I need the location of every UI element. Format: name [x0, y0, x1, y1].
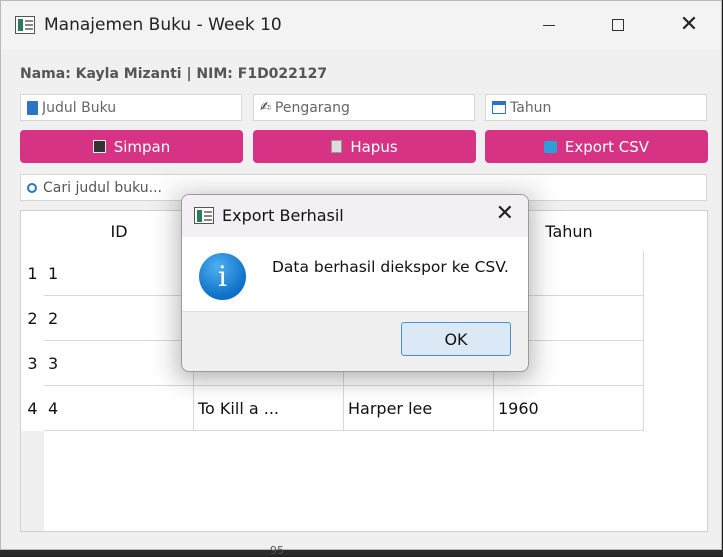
user-info-label: Nama: Kayla Mizanti | NIM: F1D022127 — [20, 66, 328, 82]
judul-input[interactable] — [38, 98, 241, 117]
hapus-label: Hapus — [350, 137, 398, 156]
dialog-body: i Data berhasil diekspor ke CSV. — [182, 237, 528, 311]
pen-icon: ✍ — [260, 100, 271, 115]
calendar-icon — [492, 101, 506, 114]
table-corner — [21, 211, 44, 251]
dialog-title: Export Berhasil — [222, 206, 344, 225]
book-icon — [27, 100, 38, 115]
export-success-dialog: Export Berhasil ✕ i Data berhasil dieksp… — [181, 194, 529, 372]
app-window: Manajemen Buku - Week 10 ✕ Nama: Kayla M… — [0, 0, 722, 550]
pengarang-field[interactable]: ✍ — [253, 94, 475, 121]
minimize-button[interactable] — [526, 1, 572, 49]
tahun-input[interactable] — [506, 98, 706, 117]
table-cell[interactable]: Harper lee — [344, 386, 494, 431]
maximize-icon — [612, 19, 624, 31]
table-cell[interactable]: 1960 — [494, 386, 644, 431]
judul-field[interactable] — [20, 94, 242, 121]
dialog-footer: OK — [182, 311, 528, 371]
row-header[interactable]: 3 — [21, 341, 44, 386]
export-label: Export CSV — [564, 137, 650, 156]
dialog-app-icon — [194, 207, 214, 224]
minimize-icon — [543, 24, 555, 26]
row-header[interactable]: 4 — [21, 386, 44, 431]
pengarang-input[interactable] — [270, 98, 474, 117]
maximize-button[interactable] — [595, 1, 641, 49]
background-text: 95 — [270, 544, 284, 557]
floppy-disk-icon — [92, 140, 106, 153]
table-cell[interactable]: To Kill a ... — [194, 386, 344, 431]
export-csv-button[interactable]: Export CSV — [485, 130, 708, 163]
dialog-message: Data berhasil diekspor ke CSV. — [272, 258, 509, 276]
dialog-close-button[interactable]: ✕ — [496, 203, 514, 225]
dialog-title-bar: Export Berhasil ✕ — [182, 195, 528, 237]
hapus-button[interactable]: Hapus — [253, 130, 476, 163]
title-bar: Manajemen Buku - Week 10 ✕ — [1, 1, 721, 49]
search-icon — [27, 182, 37, 193]
table-cell[interactable]: 4 — [44, 386, 194, 431]
simpan-label: Simpan — [113, 137, 171, 156]
row-header[interactable]: 2 — [21, 296, 44, 341]
simpan-button[interactable]: Simpan — [20, 130, 243, 163]
export-icon — [543, 140, 557, 153]
ok-button[interactable]: OK — [401, 322, 511, 356]
background-window-strip: 95 — [0, 544, 723, 557]
close-button[interactable]: ✕ — [666, 1, 712, 49]
info-icon: i — [199, 253, 246, 300]
trash-icon — [331, 140, 343, 153]
window-title: Manajemen Buku - Week 10 — [44, 15, 282, 35]
close-icon: ✕ — [495, 201, 514, 226]
app-icon — [15, 16, 35, 34]
tahun-field[interactable] — [485, 94, 707, 121]
row-header[interactable]: 1 — [21, 251, 44, 296]
close-icon: ✕ — [679, 12, 699, 37]
